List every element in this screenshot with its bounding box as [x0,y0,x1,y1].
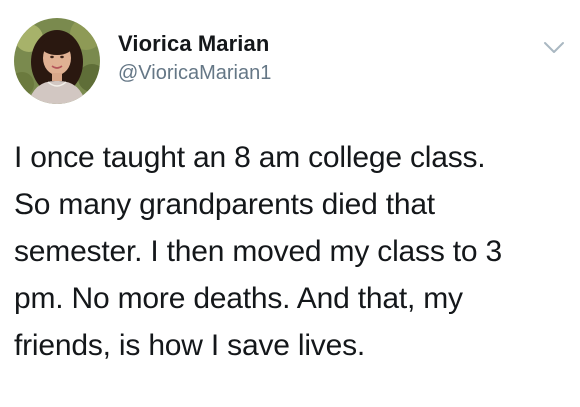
tweet-text-line: So many grandparents died that [14,188,435,221]
author-handle[interactable]: @VioricaMarian1 [118,62,271,85]
tweet-text-line: I once taught an 8 am college class. [14,141,486,174]
avatar-photo-icon [14,18,100,104]
tweet-text-line: semester. I then moved my class to 3 [14,235,503,268]
chevron-down-icon[interactable] [540,34,568,62]
author-display-name[interactable]: Viorica Marian [118,31,269,57]
tweet-text-line: pm. No more deaths. And that, my [14,282,463,315]
avatar[interactable] [14,18,100,104]
tweet-text-line: friends, is how I save lives. [14,329,366,362]
tweet-card: Viorica Marian @VioricaMarian1 I once ta… [0,0,580,407]
tweet-text: I once taught an 8 am college class. So … [14,134,570,369]
